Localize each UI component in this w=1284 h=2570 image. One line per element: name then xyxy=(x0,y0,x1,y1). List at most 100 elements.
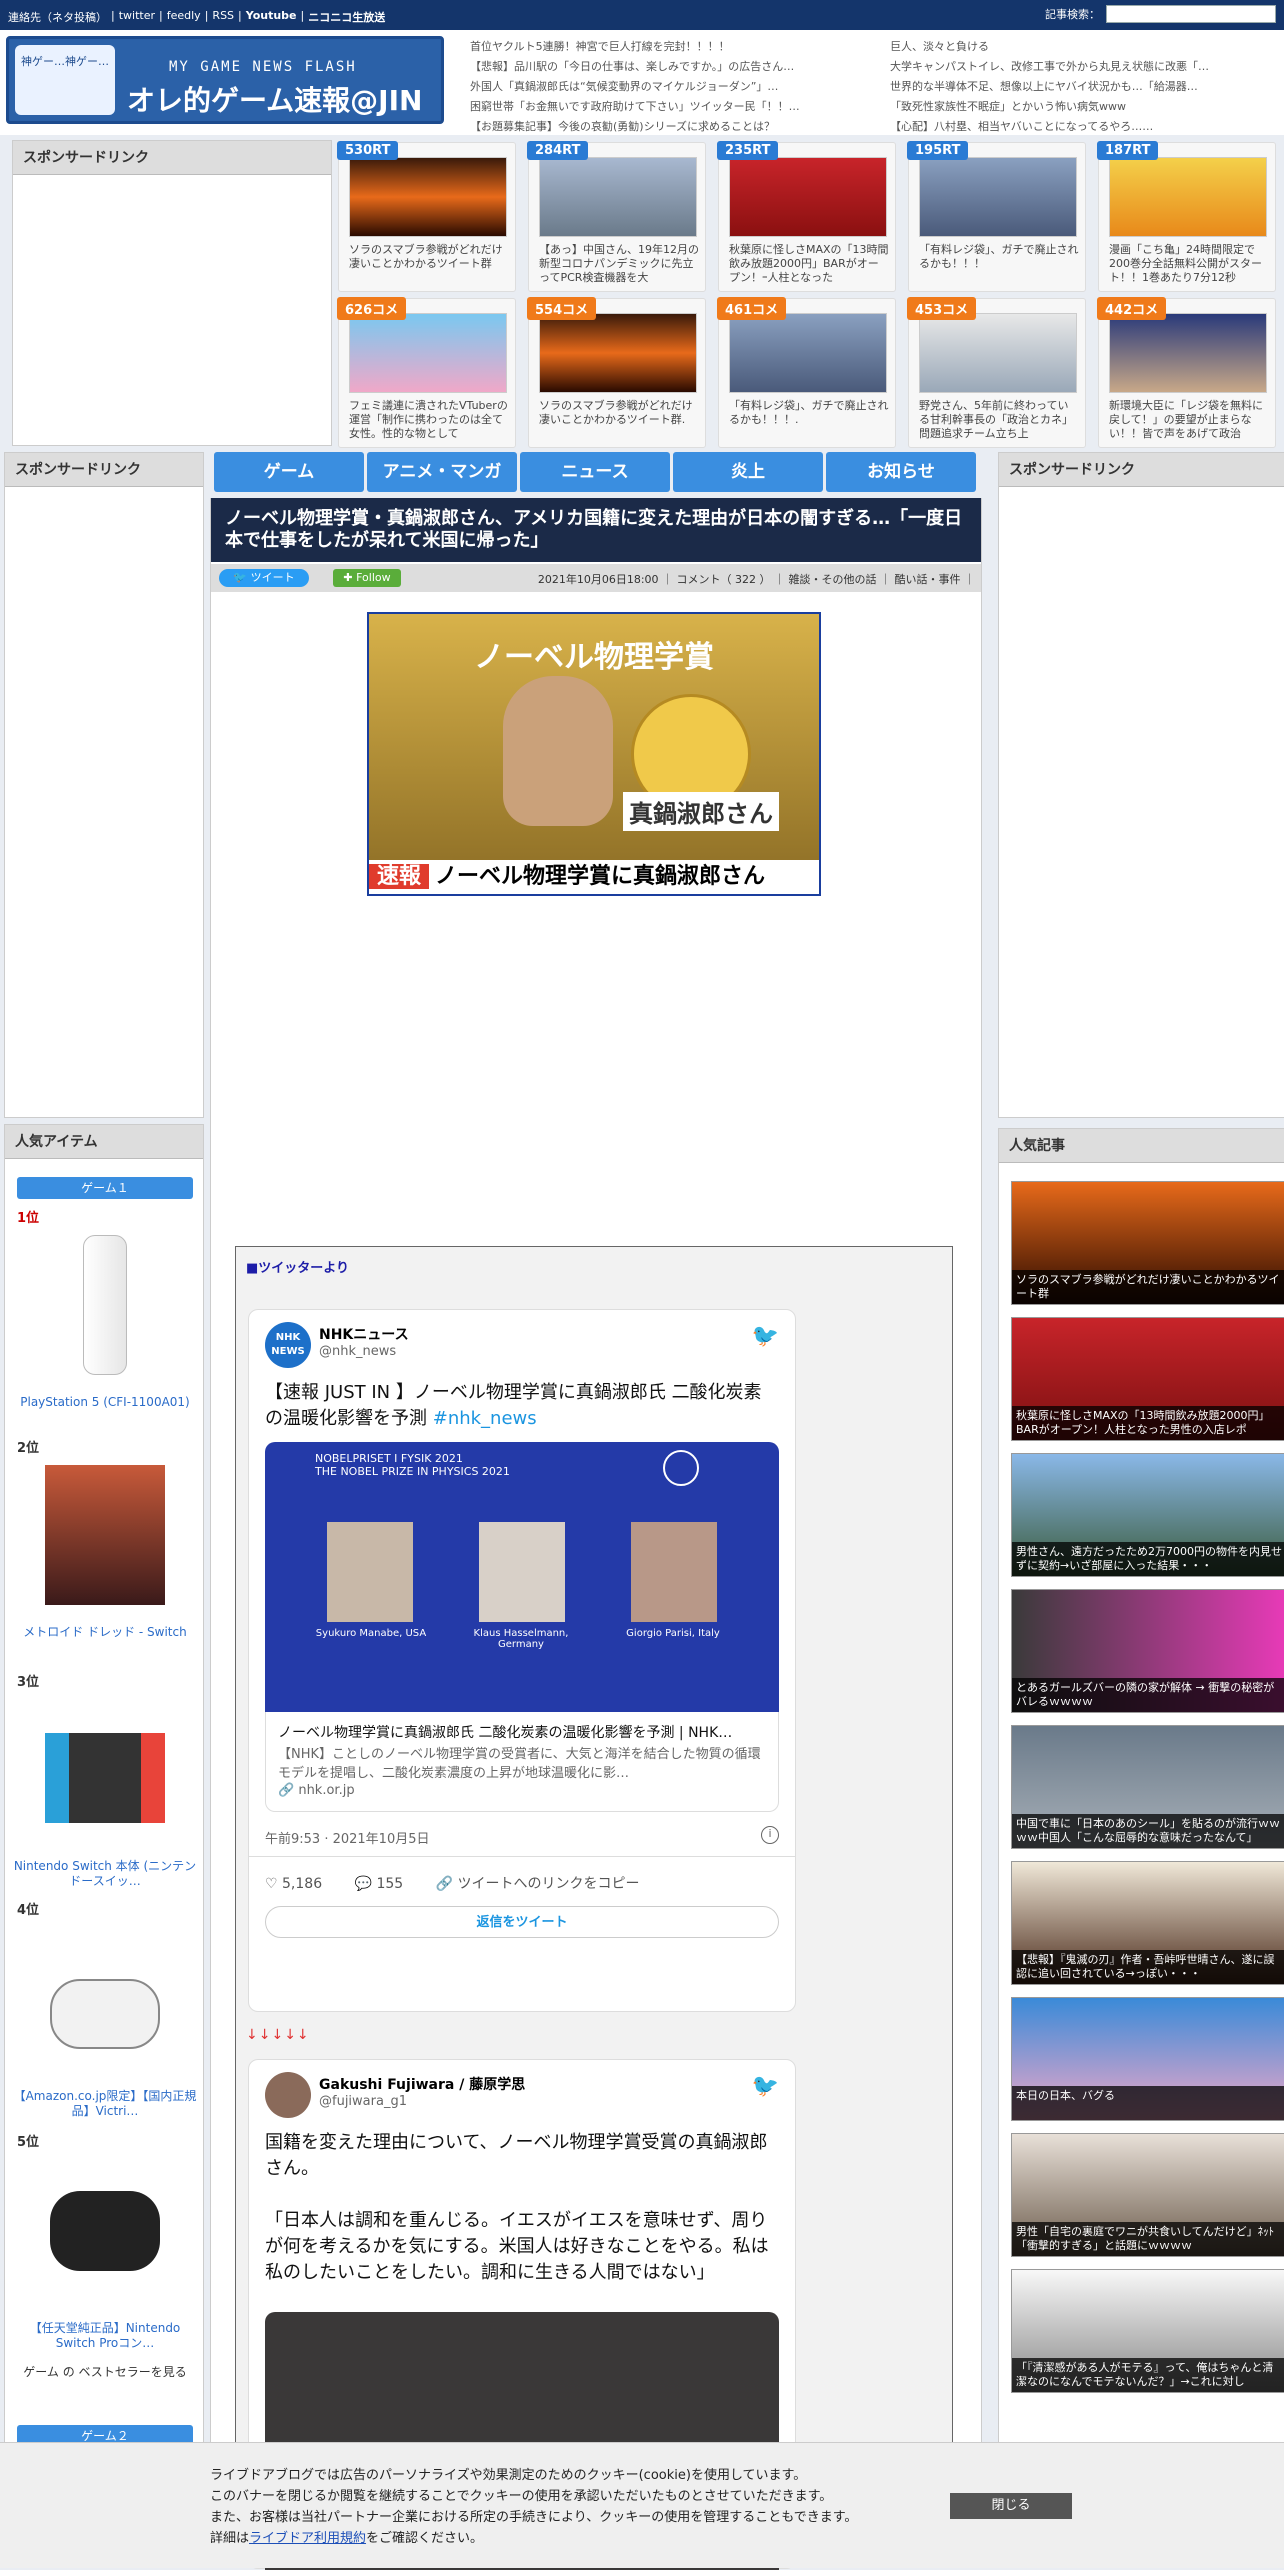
cookie-text: ライブドアブログでは広告のパーソナライズや効果測定のためのクッキー(cookie… xyxy=(210,2465,930,2549)
cookie-line: また、お客様は当社パートナー企業における所定の手続きにより、クッキーの使用を管理… xyxy=(210,2510,858,2525)
search-input[interactable] xyxy=(1106,5,1276,23)
popular-article[interactable]: 【悲報】『鬼滅の刃』作者・吾峠呼世晴さん、遂に誤認に追い回されている→っぽい・・… xyxy=(1011,1861,1284,1985)
ranking-card[interactable]: 453コメ 野党さん、5年前に終わっている甘利幹事長の「政治とカネ」問題追求チー… xyxy=(907,297,1086,448)
twitter-link[interactable]: twitter xyxy=(119,9,155,25)
copy-link-label[interactable]: ツイートへのリンクをコピー xyxy=(458,1876,640,1892)
popular-article[interactable]: 男性さん、遠方だったため2万7000円の物件を内見せずに契約→いざ部屋に入った結… xyxy=(1011,1453,1284,1577)
tweet-button[interactable]: 🐦 ツイート xyxy=(219,569,309,587)
popular-article[interactable]: 中国で車に「日本のあのシール」を貼るのが流行ｗｗｗｗ中国人「こんな屈辱的な意味だ… xyxy=(1011,1725,1284,1849)
contact-link[interactable]: 連絡先（ネタ投稿） xyxy=(8,9,107,25)
article-meta: 🐦 ツイート ✚ Follow 2021年10月06日18:00 ｜ コメント（… xyxy=(211,564,981,592)
tab-game[interactable]: ゲーム xyxy=(214,452,364,492)
product-image[interactable] xyxy=(45,2171,165,2311)
info-icon[interactable]: i xyxy=(761,1826,779,1844)
product-link[interactable]: 【Amazon.co.jp限定】【国内正規品】Victri… xyxy=(11,2089,199,2119)
ranking-card[interactable]: 187RT 漫画「こち亀」24時間限定で200巻分全話無料公開がスタート！！1巻… xyxy=(1097,141,1276,292)
link-card[interactable]: ノーベル物理学賞に真鍋淑郎氏 二酸化炭素の温暖化影響を予測 | NHK… 【NH… xyxy=(265,1712,779,1812)
headline-link[interactable]: 【お題募集記事】今後の哀勧(勇勧)シリーズに求めることは？ xyxy=(470,118,890,134)
popular-article-title: 秋葉原に怪しさMAXの「13時間飲み放題2000円」BARがオープン！人柱となっ… xyxy=(1012,1406,1284,1440)
headline-link[interactable]: 【悲報】品川駅の「今日の仕事は、楽しみですか。」の広告さん… xyxy=(470,58,890,74)
feedly-link[interactable]: feedly xyxy=(167,9,201,25)
avatar[interactable]: NHK NEWS xyxy=(265,1322,311,1368)
terms-link[interactable]: ライブドア利用規約 xyxy=(249,2531,366,2546)
embedded-tweet[interactable]: NHK NEWS NHKニュース @nhk_news 🐦 【速報 JUST IN… xyxy=(248,1309,796,2012)
ranking-card[interactable]: 235RT 秋葉原に怪しさMAXの「13時間飲み放題2000円」BARがオープン… xyxy=(717,141,896,292)
tab-anime-manga[interactable]: アニメ・マンガ xyxy=(367,452,517,492)
tweet-author-name[interactable]: NHKニュース xyxy=(319,1324,409,1344)
ranking-card[interactable]: 442コメ 新環境大臣に「レジ袋を無料に戻して！」の要望が止まらない！！皆で声を… xyxy=(1097,297,1276,448)
popular-article[interactable]: とあるガールズバーの隣の家が解体 → 衝撃の秘密がバレるｗｗｗｗ xyxy=(1011,1589,1284,1713)
headline-link[interactable]: 「致死性家族性不眠症」とかいう怖い病気www xyxy=(890,98,1270,114)
link-icon[interactable]: 🔗 xyxy=(436,1876,453,1892)
product-link[interactable]: PlayStation 5 (CFI-1100A01) xyxy=(11,1395,199,1410)
headline-link[interactable]: 困窮世帯「お金無いです政府助けて下さい」ツイッター民「！！… xyxy=(470,98,890,114)
rt-count-badge: 195RT xyxy=(907,141,969,160)
top-links: 連絡先（ネタ投稿） | twitter | feedly | RSS | Youtube… xyxy=(8,9,385,25)
rt-count-badge: 187RT xyxy=(1097,141,1159,160)
headline-link[interactable]: 外国人「真鍋淑郎氏は“気候変動界のマイケルジョーダン”」… xyxy=(470,78,890,94)
ranking-card[interactable]: 461コメ 「有料レジ袋」、ガチで廃止されるかも！！！. xyxy=(717,297,896,448)
site-logo[interactable]: 神ゲー…神ゲー… MY GAME NEWS FLASH オレ的ゲーム速報@JIN xyxy=(6,36,444,124)
popular-article[interactable]: ソラのスマブラ参戦がどれだけ凄いことかわかるツイート群 xyxy=(1011,1181,1284,1305)
hashtag-link[interactable]: #nhk_news xyxy=(433,1408,537,1429)
product-image[interactable] xyxy=(45,1733,165,1823)
product-image[interactable] xyxy=(45,1235,165,1375)
reply-tweet-button[interactable]: 返信をツイート xyxy=(265,1906,779,1938)
separator: | xyxy=(159,9,163,22)
ranking-card[interactable]: 554コメ ソラのスマブラ参戦がどれだけ凄いことかわかるツイート群. xyxy=(527,297,706,448)
popular-article-title: 「『清潔感がある人がモテる』って、俺はちゃんと清潔なのになんでモテないんだ？」→… xyxy=(1012,2358,1284,2392)
separator: | xyxy=(204,9,209,22)
card-image xyxy=(539,157,697,237)
tweet-author-name[interactable]: Gakushi Fujiwara / 藤原学思 xyxy=(319,2074,525,2094)
separator: | xyxy=(111,9,115,22)
tweet-media[interactable]: NOBELPRISET I FYSIK 2021 THE NOBEL PRIZE… xyxy=(265,1442,779,1712)
like-icon[interactable]: ♡ xyxy=(265,1876,278,1892)
link-title: ノーベル物理学賞に真鍋淑郎氏 二酸化炭素の温暖化影響を予測 | NHK… xyxy=(278,1725,733,1741)
popular-article[interactable]: 秋葉原に怪しさMAXの「13時間飲み放題2000円」BARがオープン！人柱となっ… xyxy=(1011,1317,1284,1441)
youtube-link[interactable]: Youtube xyxy=(246,9,297,25)
niconico-link[interactable]: ニコニコ生放送 xyxy=(308,9,385,25)
tab-notice[interactable]: お知らせ xyxy=(826,452,976,492)
close-cookie-button[interactable]: 閉じる xyxy=(950,2493,1072,2519)
tweet-text: 国籍を変えた理由について、ノーベル物理学賞受賞の真鍋淑郎さん。 「日本人は調和を… xyxy=(265,2130,779,2286)
card-title: 漫画「こち亀」24時間限定で200巻分全話無料公開がスタート！！1巻あたり7分1… xyxy=(1109,243,1262,284)
headline-link[interactable]: 巨人、淡々と負ける xyxy=(890,38,1270,54)
ranking-card[interactable]: 626コメ フェミ議連に潰されたVTuberの運営「制作に携わったのは全て女性。… xyxy=(337,297,516,448)
bestseller-link[interactable]: ゲーム の ベストセラーを見る xyxy=(11,2365,199,2380)
popular-article[interactable]: 本日の日本、バグる xyxy=(1011,1997,1284,2121)
headline-link[interactable]: 首位ヤクルト5連勝！神宮で巨人打線を完封！！！！ xyxy=(470,38,890,54)
tweet-timestamp[interactable]: 午前9:53 · 2021年10月5日 xyxy=(265,1828,430,1847)
like-count: 5,186 xyxy=(282,1876,323,1892)
ranking-card[interactable]: 530RT ソラのスマブラ参戦がどれだけ凄いことかわかるツイート群 xyxy=(337,141,516,292)
product-link[interactable]: 【任天堂純正品】Nintendo Switch Proコン… xyxy=(11,2321,199,2351)
ranking-card[interactable]: 284RT 【あっ】中国さん、19年12月の新型コロナパンデミックに先立ってPC… xyxy=(527,141,706,292)
popular-article-title: ソラのスマブラ参戦がどれだけ凄いことかわかるツイート群 xyxy=(1012,1270,1284,1304)
down-arrows: ↓↓↓↓↓ xyxy=(246,2027,310,2043)
tweet-author-handle[interactable]: @fujiwara_g1 xyxy=(319,2094,407,2109)
headline-link[interactable]: 【心配】八村塁、相当ヤバいことになってるやろ…… xyxy=(890,118,1270,134)
ranking-card[interactable]: 195RT 「有料レジ袋」、ガチで廃止されるかも！！！ xyxy=(907,141,1086,292)
popular-article-title: とあるガールズバーの隣の家が解体 → 衝撃の秘密がバレるｗｗｗｗ xyxy=(1012,1678,1284,1712)
headline-link[interactable]: 大学キャンパストイレ、改修工事で外から丸見え状態に改悪「… xyxy=(890,58,1270,74)
headline-list: 首位ヤクルト5連勝！神宮で巨人打線を完封！！！！ 巨人、淡々と負ける 【悲報】品… xyxy=(470,38,1280,134)
popular-article[interactable]: 「『清潔感がある人がモテる』って、俺はちゃんと清潔なのになんでモテないんだ？」→… xyxy=(1011,2269,1284,2393)
reply-icon[interactable]: 💬 xyxy=(355,1876,372,1892)
product-link[interactable]: メトロイド ドレッド - Switch xyxy=(11,1625,199,1640)
rss-link[interactable]: RSS xyxy=(212,9,234,25)
product-link[interactable]: Nintendo Switch 本体 (ニンテンドースイッ… xyxy=(11,1859,199,1889)
tweet-author-handle[interactable]: @nhk_news xyxy=(319,1344,396,1359)
follow-button[interactable]: ✚ Follow xyxy=(333,569,401,587)
tab-enjou[interactable]: 炎上 xyxy=(673,452,823,492)
popular-article[interactable]: 男性「自宅の裏庭でワニが共食いしてんだけど」ﾈｯﾄ「衝撃的すぎる」と話題にｗｗｗ… xyxy=(1011,2133,1284,2257)
portrait-image xyxy=(503,676,613,826)
twitter-bird-icon[interactable]: 🐦 xyxy=(752,2074,779,2099)
product-image[interactable] xyxy=(45,1465,165,1605)
headline-link[interactable]: 世界的な半導体不足、想像以上にヤバイ状況かも…「給湯器… xyxy=(890,78,1270,94)
product-image[interactable] xyxy=(45,1929,165,2069)
twitter-bird-icon[interactable]: 🐦 xyxy=(752,1324,779,1349)
tab-news[interactable]: ニュース xyxy=(520,452,670,492)
ps5-console-icon xyxy=(83,1235,127,1375)
laureate-photo xyxy=(327,1522,413,1622)
avatar[interactable] xyxy=(265,2072,311,2118)
tab-game-1[interactable]: ゲーム１ xyxy=(17,1177,193,1199)
